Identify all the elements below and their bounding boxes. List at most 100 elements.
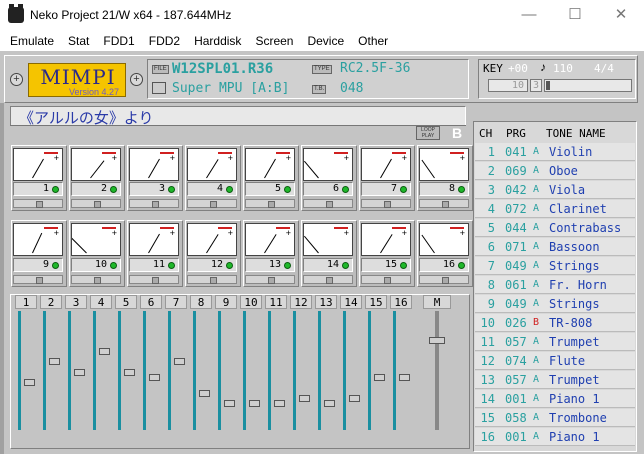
tone-row[interactable]: 10 026 B TR-808 — [475, 314, 635, 332]
pan-slider[interactable] — [419, 199, 469, 208]
pan-slider[interactable] — [71, 199, 121, 208]
fader-knob[interactable] — [99, 348, 110, 355]
fader-track[interactable] — [118, 311, 121, 430]
tone-row[interactable]: 7 049 A Strings — [475, 257, 635, 275]
fader-track[interactable] — [18, 311, 21, 430]
pan-slider[interactable] — [419, 275, 469, 284]
menu-fdd1[interactable]: FDD1 — [96, 34, 141, 48]
channel-number[interactable]: 12 — [187, 258, 237, 272]
fader-track[interactable] — [368, 311, 371, 430]
pan-slider[interactable] — [303, 199, 353, 208]
tone-row[interactable]: 4 072 A Clarinet — [475, 200, 635, 218]
tone-row[interactable]: 16 001 A Piano 1 — [475, 428, 635, 446]
channel-number[interactable]: 9 — [13, 258, 63, 272]
row-channel: 10 — [480, 316, 495, 330]
fader-knob[interactable] — [274, 400, 285, 407]
channel-number[interactable]: 11 — [129, 258, 179, 272]
tone-row[interactable]: 11 057 A Trumpet — [475, 333, 635, 351]
tone-row[interactable]: 2 069 A Oboe — [475, 162, 635, 180]
menu-emulate[interactable]: Emulate — [3, 34, 61, 48]
fader-track[interactable] — [293, 311, 296, 430]
pan-slider[interactable] — [13, 199, 63, 208]
fader-track[interactable] — [193, 311, 196, 430]
pan-slider[interactable] — [13, 275, 63, 284]
activity-led — [284, 186, 291, 193]
row-program: 001 — [505, 430, 527, 444]
fader-track[interactable] — [393, 311, 396, 430]
fader-knob[interactable] — [199, 390, 210, 397]
fader-track[interactable] — [218, 311, 221, 430]
tone-row[interactable]: 13 057 A Trumpet — [475, 371, 635, 389]
pan-slider[interactable] — [187, 275, 237, 284]
master-fader-track[interactable] — [435, 311, 439, 430]
channel-number[interactable]: 5 — [245, 182, 295, 196]
fader-knob[interactable] — [174, 358, 185, 365]
fader-knob[interactable] — [24, 379, 35, 386]
pan-slider[interactable] — [129, 199, 179, 208]
channel-number[interactable]: 15 — [361, 258, 411, 272]
menu-fdd2[interactable]: FDD2 — [142, 34, 187, 48]
tone-row[interactable]: 5 044 A Contrabass — [475, 219, 635, 237]
channel-number[interactable]: 7 — [361, 182, 411, 196]
pan-slider[interactable] — [71, 275, 121, 284]
row-bank: A — [533, 374, 540, 385]
fader-track[interactable] — [168, 311, 171, 430]
fader-knob[interactable] — [224, 400, 235, 407]
fader-track[interactable] — [268, 311, 271, 430]
pan-slider[interactable] — [245, 199, 295, 208]
channel-number[interactable]: 4 — [187, 182, 237, 196]
fader-track[interactable] — [318, 311, 321, 430]
channel-number[interactable]: 16 — [419, 258, 469, 272]
tone-row[interactable]: 6 071 A Bassoon — [475, 238, 635, 256]
fader-knob[interactable] — [299, 395, 310, 402]
fader-track[interactable] — [143, 311, 146, 430]
close-button[interactable]: ✕ — [598, 0, 644, 30]
fader-track[interactable] — [243, 311, 246, 430]
pan-slider[interactable] — [129, 275, 179, 284]
channel-number[interactable]: 2 — [71, 182, 121, 196]
menu-harddisk[interactable]: Harddisk — [187, 34, 248, 48]
master-fader-knob[interactable] — [429, 337, 445, 344]
channel-number[interactable]: 6 — [303, 182, 353, 196]
tone-row[interactable]: 15 058 A Trombone — [475, 409, 635, 427]
channel-number[interactable]: 14 — [303, 258, 353, 272]
fader-track[interactable] — [93, 311, 96, 430]
fader-track[interactable] — [43, 311, 46, 430]
menu-other[interactable]: Other — [351, 34, 395, 48]
channel-number[interactable]: 1 — [13, 182, 63, 196]
bar-counter: 10 — [488, 79, 528, 92]
fader-knob[interactable] — [74, 369, 85, 376]
menu-device[interactable]: Device — [300, 34, 351, 48]
channel-number[interactable]: 10 — [71, 258, 121, 272]
pan-slider[interactable] — [245, 275, 295, 284]
fader-knob[interactable] — [324, 400, 335, 407]
fader-knob[interactable] — [249, 400, 260, 407]
fader-knob[interactable] — [349, 395, 360, 402]
tone-row[interactable]: 3 042 A Viola — [475, 181, 635, 199]
channel-number[interactable]: 3 — [129, 182, 179, 196]
pan-slider[interactable] — [361, 275, 411, 284]
pan-slider[interactable] — [303, 275, 353, 284]
fader-knob[interactable] — [149, 374, 160, 381]
tone-row[interactable]: 14 001 A Piano 1 — [475, 390, 635, 408]
fader-knob[interactable] — [374, 374, 385, 381]
menu-screen[interactable]: Screen — [248, 34, 300, 48]
maximize-button[interactable]: ☐ — [552, 0, 598, 30]
fader-knob[interactable] — [124, 369, 135, 376]
tone-row[interactable]: 8 061 A Fr. Horn — [475, 276, 635, 294]
pan-slider[interactable] — [361, 199, 411, 208]
fader-track[interactable] — [68, 311, 71, 430]
pan-slider[interactable] — [187, 199, 237, 208]
fader-knob[interactable] — [49, 358, 60, 365]
fader-knob[interactable] — [399, 374, 410, 381]
tone-row[interactable]: 9 049 A Strings — [475, 295, 635, 313]
tone-row[interactable]: 12 074 A Flute — [475, 352, 635, 370]
menu-stat[interactable]: Stat — [61, 34, 96, 48]
channel-number[interactable]: 13 — [245, 258, 295, 272]
key-label: KEY — [483, 62, 503, 75]
title-bar[interactable]: Neko Project 21/W x64 - 187.644MHz — ☐ ✕ — [0, 0, 644, 30]
tone-row[interactable]: 1 041 A Violin — [475, 143, 635, 161]
channel-number[interactable]: 8 — [419, 182, 469, 196]
minimize-button[interactable]: — — [506, 0, 552, 30]
fader-track[interactable] — [343, 311, 346, 430]
